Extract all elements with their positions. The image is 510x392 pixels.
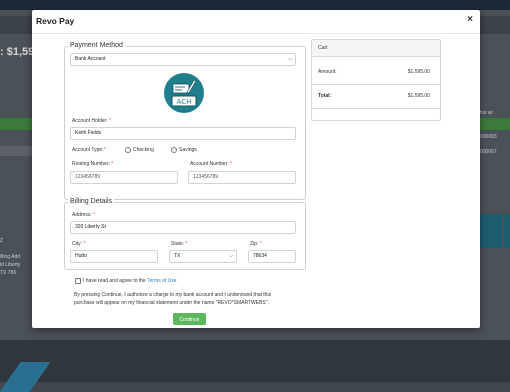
payment-method-select[interactable]: Bank Account ⌵ <box>70 53 296 66</box>
savings-radio[interactable] <box>171 147 177 153</box>
background-text-right: his wi <box>480 110 493 116</box>
background-text-left: Z <box>0 238 4 244</box>
background-text-left: ld Liberty <box>0 262 21 268</box>
background-tile <box>504 214 510 248</box>
state-value: TX <box>174 253 181 259</box>
terms-agreement: I have read and agree to the Terms of Us… <box>83 278 177 284</box>
savings-label: Savings <box>179 147 197 153</box>
account-holder-label: Account Holder: * <box>72 118 111 124</box>
background-row-left <box>0 146 34 156</box>
address-input[interactable]: 320 Liberty St <box>70 221 296 234</box>
background-topbar <box>0 0 510 10</box>
authorization-text-line2: purchase will appear on my financial sta… <box>74 300 269 306</box>
required-mark: * <box>230 161 232 167</box>
routing-number-label-text: Routing Number: <box>72 161 110 167</box>
background-text-left: illing Add <box>0 254 21 260</box>
billing-details-legend: Billing Details <box>68 198 115 205</box>
background-text-right: 000067 <box>480 149 497 155</box>
state-label-text: State: <box>171 241 185 247</box>
required-mark: * <box>108 118 111 124</box>
checking-label: Checking <box>133 147 154 153</box>
cart-amount-value: $1,595.00 <box>407 69 430 75</box>
close-icon[interactable]: × <box>467 14 473 25</box>
cart-divider <box>312 84 440 85</box>
required-mark: * <box>259 241 262 247</box>
background-green-bar-right <box>480 118 510 130</box>
cart-amount-label: Amount: <box>318 69 337 75</box>
zip-label-text: Zip: <box>250 241 259 247</box>
zip-input[interactable]: 78634 <box>248 250 296 263</box>
background-price: : $1,59 <box>0 46 35 58</box>
state-label: State: * <box>171 241 187 247</box>
cart-total-value: $1,595.00 <box>407 93 430 99</box>
cart-total-label: Total: <box>318 93 332 99</box>
required-mark: * <box>103 147 106 153</box>
city-label: City: * <box>72 241 85 247</box>
routing-number-input[interactable]: 123456789 <box>70 171 178 184</box>
chevron-down-icon: ⌵ <box>288 56 292 62</box>
background-footer <box>0 340 510 382</box>
required-mark: * <box>185 241 188 247</box>
account-number-placeholder: 123456789 <box>193 174 219 180</box>
account-number-label-text: Account Number: <box>190 161 229 167</box>
terms-of-use-link[interactable]: Terms of Use <box>147 278 176 284</box>
payment-method-select-value: Bank Account <box>75 56 106 62</box>
zip-value: 78634 <box>253 253 267 259</box>
payment-method-legend: Payment Method <box>68 42 125 49</box>
account-holder-value: Keith Fields <box>75 130 102 136</box>
routing-number-label: Routing Number: * <box>72 161 113 167</box>
required-mark: * <box>111 161 114 167</box>
chevron-down-icon: ⌵ <box>229 253 233 259</box>
checking-radio[interactable] <box>125 147 131 153</box>
zip-label: Zip: * <box>250 241 262 247</box>
cart-title: Cart <box>318 45 328 51</box>
cart-panel: Cart Amount: $1,595.00 Total: $1,595.00 <box>311 39 441 121</box>
authorization-text-line1: By pressing Continue, I authorize a char… <box>74 292 272 298</box>
continue-button[interactable]: Continue <box>173 313 206 325</box>
account-number-label: Account Number: * <box>190 161 232 167</box>
background-text-right: 000083 <box>480 134 497 140</box>
terms-checkbox[interactable] <box>75 278 81 284</box>
cart-divider <box>312 108 440 109</box>
account-holder-label-text: Account Holder: <box>72 118 108 124</box>
account-type-label-text: Account Type: <box>72 147 104 153</box>
address-value: 320 Liberty St <box>75 224 106 230</box>
background-green-bar-left <box>0 118 34 130</box>
address-label: Address: * <box>72 212 95 218</box>
address-label-text: Address: <box>72 212 92 218</box>
required-mark: * <box>83 241 86 247</box>
account-type-label: Account Type:* <box>72 147 106 153</box>
account-number-input[interactable]: 123456789 <box>188 171 296 184</box>
modal-header: Revo Pay × <box>32 10 480 34</box>
city-label-text: City: <box>72 241 82 247</box>
ach-logo-text: ACH <box>177 99 192 106</box>
background-text-left: TX 786 <box>0 270 17 276</box>
city-value: Hutto <box>75 253 87 259</box>
city-input[interactable]: Hutto <box>70 250 158 263</box>
background-tile <box>480 214 502 248</box>
terms-agree-text: I have read and agree to the <box>83 278 146 284</box>
routing-number-placeholder: 123456789 <box>75 174 101 180</box>
account-holder-input[interactable]: Keith Fields <box>70 127 296 140</box>
state-select[interactable]: TX ⌵ <box>169 250 237 263</box>
modal-title: Revo Pay <box>36 16 75 26</box>
required-mark: * <box>93 212 96 218</box>
cart-header: Cart <box>312 40 440 57</box>
ach-check-icon: ACH <box>164 73 204 113</box>
revo-pay-modal: Revo Pay × Payment Method Bank Account ⌵… <box>32 10 480 328</box>
